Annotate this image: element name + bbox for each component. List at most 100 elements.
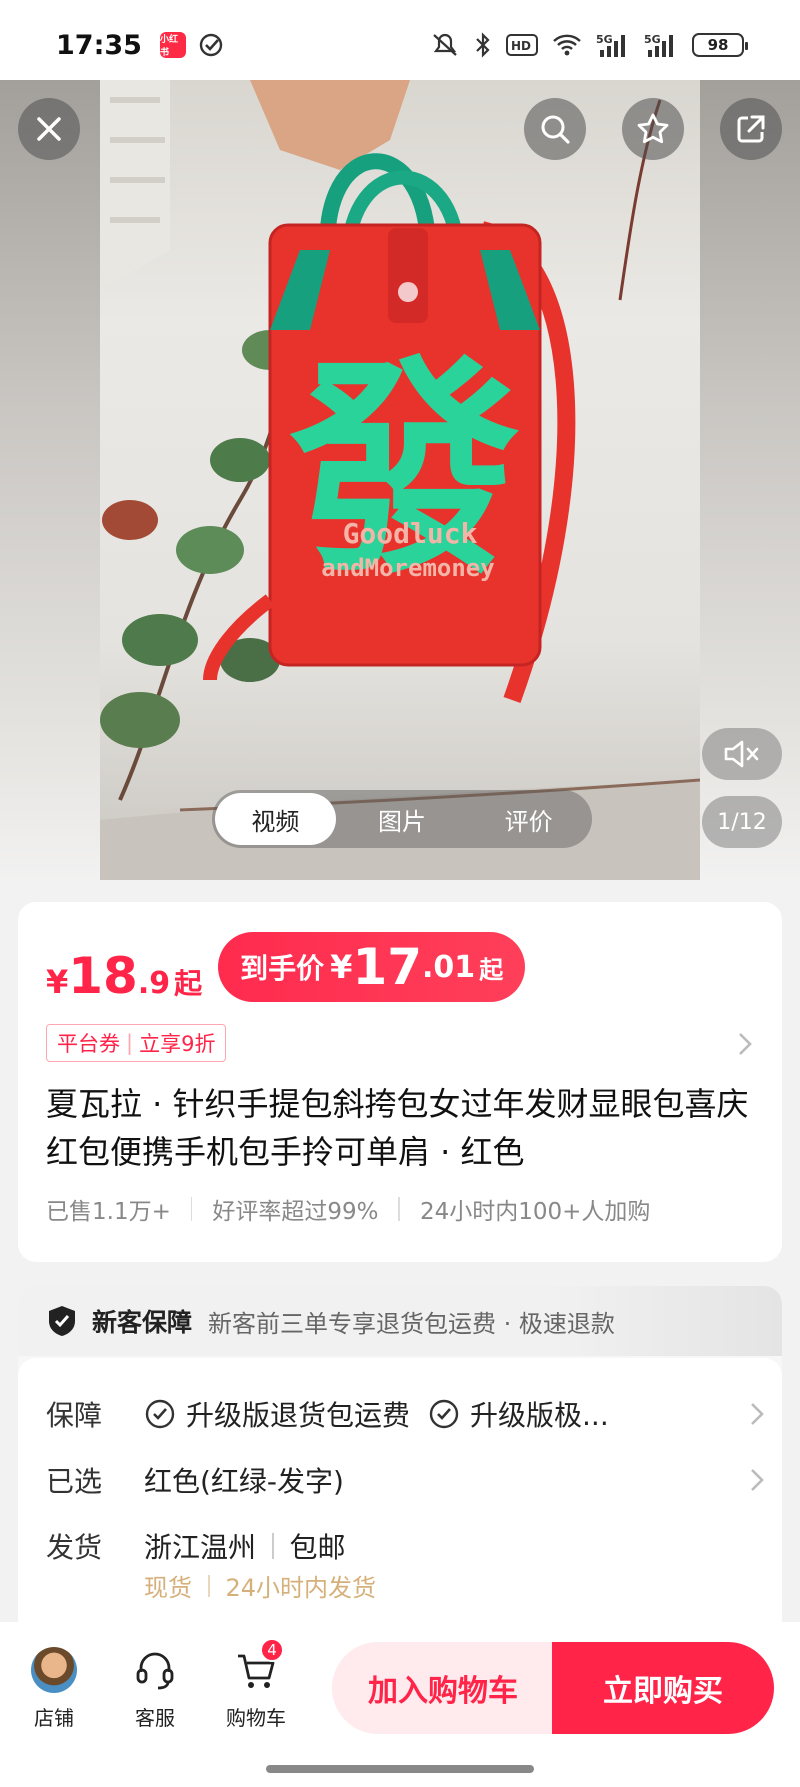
app-badge-icon: 小红书	[159, 32, 186, 58]
media-tabs: 视频 图片 评价	[212, 790, 592, 848]
mute-icon	[433, 33, 457, 56]
stat-added: 24小时内100+人加购	[419, 1199, 651, 1225]
bottom-action-bar: 店铺 客服 4 购物车 加入购物车 立即购买	[0, 1622, 800, 1787]
share-icon	[737, 115, 765, 143]
product-media[interactable]: 發 Goodluck andMoremoney 视频 图片 评价 1/12	[0, 80, 800, 885]
svg-text:5G: 5G	[596, 33, 613, 46]
shipping-row: 发货 浙江温州 包邮	[46, 1526, 766, 1566]
search-icon	[541, 115, 570, 144]
banner-desc: 新客前三单专享退货包运费 · 极速退款	[208, 1309, 615, 1338]
service-label: 客服	[135, 1706, 175, 1730]
product-bag-illustration: 發 Goodluck andMoremoney	[100, 80, 700, 880]
ship-time: 24小时内发货	[225, 1574, 377, 1602]
guarantee-card: 新客保障 新客前三单专享退货包运费 · 极速退款 保障 升级版退货包运费 升级版…	[18, 1286, 782, 1646]
check-circle-icon	[429, 1399, 459, 1429]
stat-sold: 已售1.1万+	[46, 1199, 171, 1225]
ship-from: 浙江温州	[144, 1531, 257, 1564]
buy-now-button[interactable]: 立即购买	[552, 1642, 774, 1734]
shipping-sub: 现货 24小时内发货	[144, 1568, 376, 1603]
status-bar: 17:35 小红书 HD 5G 5G 98	[0, 0, 800, 90]
ship-fee: 包邮	[289, 1531, 346, 1564]
divider	[272, 1533, 274, 1559]
favorite-button[interactable]	[622, 98, 684, 160]
svg-text:5G: 5G	[644, 33, 661, 46]
coupon-tag[interactable]: 平台券 | 立享9折	[46, 1024, 227, 1062]
status-time: 17:35	[56, 29, 142, 61]
cart-count-badge: 4	[260, 1638, 284, 1662]
final-price-currency: ¥	[330, 948, 353, 986]
cart-button[interactable]: 4 购物车	[216, 1638, 296, 1731]
protection-item-2: 升级版极...	[470, 1399, 609, 1432]
final-price-decimal: .01	[422, 949, 476, 985]
close-icon	[37, 117, 61, 141]
hd-icon: HD	[506, 34, 538, 56]
coupon-type: 平台券	[57, 1032, 120, 1056]
product-stats: 已售1.1万+ 好评率超过99% 24小时内100+人加购	[46, 1192, 650, 1226]
selected-variant-row[interactable]: 已选 红色(红绿-发字)	[46, 1460, 766, 1500]
selected-key: 已选	[46, 1465, 103, 1498]
signal-5g-icon: 5G	[644, 33, 673, 57]
price-currency: ¥	[46, 963, 69, 1001]
divider	[190, 1197, 193, 1221]
star-icon	[637, 113, 669, 144]
final-price-integer: 17	[352, 938, 423, 996]
battery-indicator: 98	[692, 33, 748, 57]
product-title: 夏瓦拉 · 针织手提包斜挎包女过年发财显眼包喜庆红包便携手机包手拎可单肩 · 红…	[46, 1085, 749, 1171]
banner-title: 新客保障	[92, 1308, 193, 1337]
svg-text:HD: HD	[511, 39, 531, 53]
price-card: ¥ 18 .9 起 到手价 ¥ 17 .01 起 平台券 | 立享9折 夏瓦拉 …	[18, 902, 782, 1262]
speaker-muted-icon	[724, 740, 759, 768]
mute-toggle-button[interactable]	[702, 728, 782, 780]
share-button[interactable]	[720, 98, 782, 160]
signal-5g-icon: 5G	[596, 33, 625, 57]
check-circle-icon	[199, 33, 223, 57]
stock-status: 现货	[144, 1574, 192, 1602]
chevron-right-icon	[751, 1403, 764, 1425]
screen: 17:35 小红书 HD 5G 5G 98 發 Goodluck andMore…	[0, 0, 800, 1787]
tab-images[interactable]: 图片	[342, 793, 463, 845]
final-price-label: 到手价	[240, 952, 325, 985]
selected-value: 红色(红绿-发字)	[144, 1465, 344, 1498]
final-price-pill: 到手价 ¥ 17 .01 起	[218, 932, 526, 1002]
chevron-right-icon[interactable]	[736, 1030, 754, 1058]
customer-service-button[interactable]: 客服	[115, 1646, 195, 1731]
final-price-suffix: 起	[479, 955, 504, 984]
price-suffix: 起	[174, 967, 203, 1000]
search-button[interactable]	[524, 98, 586, 160]
protection-row[interactable]: 保障 升级版退货包运费 升级版极...	[46, 1394, 766, 1434]
shield-check-icon	[49, 1306, 75, 1336]
wifi-icon	[553, 34, 581, 56]
protection-item-1: 升级版退货包运费	[186, 1399, 411, 1432]
bluetooth-icon	[476, 32, 490, 58]
coupon-separator: |	[126, 1031, 134, 1055]
price-decimal: .9	[137, 966, 171, 1001]
headset-icon	[136, 1652, 174, 1690]
tab-reviews[interactable]: 评价	[468, 793, 589, 845]
chevron-right-icon	[751, 1469, 764, 1491]
price-original: ¥ 18 .9 起	[46, 951, 202, 1002]
ship-key: 发货	[46, 1531, 103, 1564]
media-pager: 1/12	[702, 796, 782, 848]
ship-info: 浙江温州 包邮	[144, 1526, 346, 1566]
coupon-discount: 立享9折	[139, 1032, 216, 1056]
divider	[208, 1574, 210, 1597]
close-button[interactable]	[18, 98, 80, 160]
protection-key: 保障	[46, 1399, 103, 1432]
divider	[398, 1197, 400, 1221]
status-icons: HD 5G 5G 98	[430, 31, 748, 59]
bag-text-line1: Goodluck	[343, 517, 478, 550]
check-circle-icon	[145, 1399, 175, 1429]
store-button[interactable]: 店铺	[14, 1646, 94, 1731]
home-indicator[interactable]	[266, 1765, 534, 1773]
store-label: 店铺	[34, 1706, 74, 1730]
price-row: ¥ 18 .9 起 到手价 ¥ 17 .01 起	[46, 932, 526, 1002]
cart-label: 购物车	[226, 1706, 286, 1730]
bag-text-line2: andMoremoney	[321, 554, 494, 582]
product-video-frame[interactable]: 發 Goodluck andMoremoney	[100, 80, 700, 880]
tab-video[interactable]: 视频	[215, 793, 336, 845]
price-integer: 18	[68, 947, 138, 1005]
new-customer-banner[interactable]: 新客保障 新客前三单专享退货包运费 · 极速退款	[18, 1286, 782, 1356]
add-to-cart-button[interactable]: 加入购物车	[332, 1642, 554, 1734]
service-info: 保障 升级版退货包运费 升级版极... 已选 红色(红绿-发字) 发货 浙江温州	[18, 1358, 782, 1646]
store-avatar	[31, 1647, 77, 1693]
